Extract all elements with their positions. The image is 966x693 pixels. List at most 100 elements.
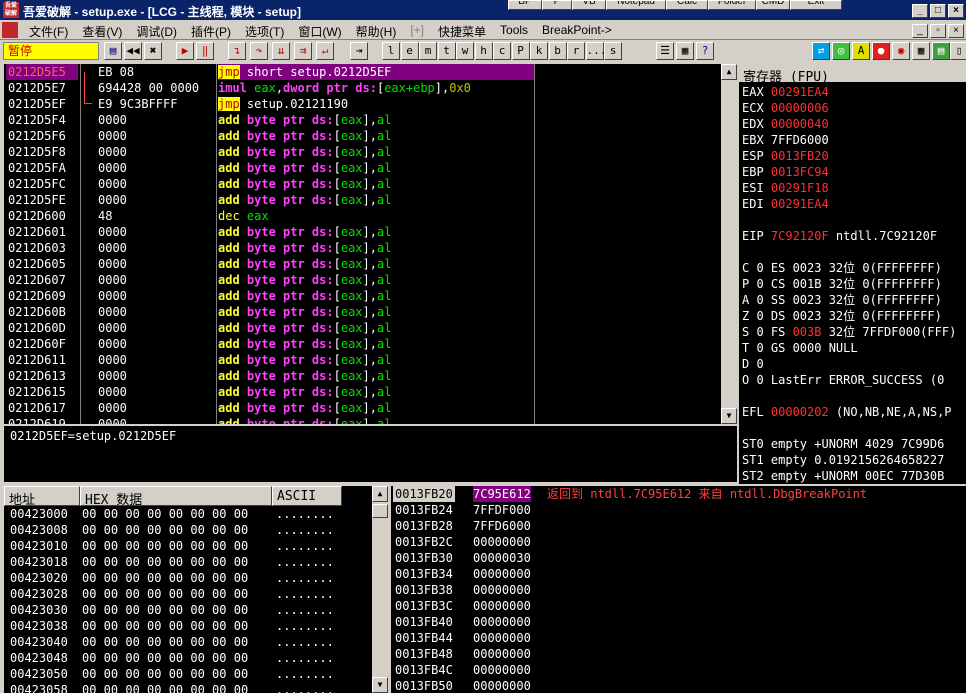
disasm-row[interactable]: 0212D613 0000 add byte ptr ds:[eax],al <box>4 368 720 384</box>
disassembly-scrollbar[interactable]: ▲ ▼ <box>721 64 737 424</box>
quick-button-p[interactable]: P <box>542 0 572 10</box>
menu-item[interactable]: 快捷菜单 <box>438 23 486 40</box>
quick-button-exit[interactable]: Exit <box>790 0 842 10</box>
register-row[interactable]: O 0 LastErr ERROR_SUCCESS (0 <box>742 372 944 388</box>
disasm-row[interactable]: 0212D5FC 0000 add byte ptr ds:[eax],al <box>4 176 720 192</box>
child-window-icon[interactable] <box>2 22 18 38</box>
quick-button-notepad[interactable]: Notepad <box>606 0 666 10</box>
plugin-icon[interactable]: ◎ <box>832 42 850 60</box>
dump-scroll-thumb[interactable] <box>372 504 388 518</box>
close-button[interactable]: × <box>948 4 964 18</box>
disasm-row[interactable]: 0212D619 0000 add byte ptr ds:[eax],al <box>4 416 720 424</box>
register-row[interactable]: EDI 00291EA4 <box>742 196 829 212</box>
toolbar-m-button[interactable]: m <box>419 42 437 60</box>
register-row[interactable]: D 0 <box>742 356 764 372</box>
register-row[interactable]: ST0 empty +UNORM 4029 7C99D6 <box>742 436 944 452</box>
register-row[interactable]: EBX 7FFD6000 <box>742 132 829 148</box>
toolbar-h-button[interactable]: h <box>474 42 493 60</box>
disassembly-pane[interactable]: 0212D5E5 EB 08 jmp short setup.0212D5EF 021… <box>4 64 737 424</box>
disasm-row[interactable]: 0212D5F6 0000 add byte ptr ds:[eax],al <box>4 128 720 144</box>
step-over-icon[interactable]: ↷ <box>250 42 268 60</box>
disasm-row[interactable]: 0212D5F4 0000 add byte ptr ds:[eax],al <box>4 112 720 128</box>
menu-item[interactable]: 查看(V) <box>82 23 122 40</box>
toolbar-s-button[interactable]: s <box>604 42 622 60</box>
menu-item[interactable]: 调试(D) <box>136 23 177 40</box>
minimize-button[interactable]: _ <box>912 4 928 18</box>
menu-item[interactable]: 帮助(H) <box>356 23 397 40</box>
quick-button-calc[interactable]: Calc <box>666 0 708 10</box>
scroll-up-icon[interactable]: ▲ <box>721 64 737 80</box>
register-row[interactable]: EBP 0013FC94 <box>742 164 829 180</box>
memory-dump-pane[interactable]: 地址 HEX 数据 ASCII 00423000 00 00 00 00 00 0… <box>4 486 388 693</box>
quick-button-bp[interactable]: BP <box>508 0 542 10</box>
close-process-icon[interactable]: ✖ <box>144 42 162 60</box>
disasm-row[interactable]: 0212D611 0000 add byte ptr ds:[eax],al <box>4 352 720 368</box>
dump-scrollbar[interactable]: ▲ ▼ <box>372 486 388 693</box>
mdi-minimize-button[interactable]: _ <box>912 24 928 38</box>
register-row[interactable]: ESI 00291F18 <box>742 180 829 196</box>
register-row[interactable]: S 0 FS 003B 32位 7FFDF000(FFF) <box>742 324 956 340</box>
note-icon[interactable]: A <box>852 42 870 60</box>
disasm-row[interactable]: 0212D60D 0000 add byte ptr ds:[eax],al <box>4 320 720 336</box>
refresh-icon[interactable]: ⇄ <box>812 42 830 60</box>
execute-till-return-icon[interactable]: ↵ <box>316 42 334 60</box>
register-row[interactable]: A 0 SS 0023 32位 0(FFFFFFFF) <box>742 292 942 308</box>
quick-button-folder[interactable]: Folder <box>708 0 756 10</box>
stack-pane[interactable]: 0013FB20 7C95E612 返回到 ntdll.7C95E612 来自 nt… <box>391 486 966 693</box>
register-row[interactable]: EFL 00000202 (NO,NB,NE,A,NS,P <box>742 404 952 420</box>
disasm-row[interactable]: 0212D5FE 0000 add byte ptr ds:[eax],al <box>4 192 720 208</box>
mdi-close-button[interactable]: × <box>948 24 964 38</box>
menu-item[interactable]: Tools <box>500 23 528 40</box>
register-row[interactable]: ST1 empty 0.0192156264658227 <box>742 452 944 468</box>
register-row[interactable]: EIP 7C92120F ntdll.7C92120F <box>742 228 937 244</box>
dump-header-address[interactable]: 地址 <box>4 486 80 508</box>
disasm-row[interactable]: 0212D609 0000 add byte ptr ds:[eax],al <box>4 288 720 304</box>
dump-scroll-up-icon[interactable]: ▲ <box>372 486 388 502</box>
register-row[interactable]: ST2 empty +UNORM 00EC 77D30B <box>742 468 944 484</box>
dump-scroll-down-icon[interactable]: ▼ <box>372 677 388 693</box>
menu-item[interactable]: 插件(P) <box>191 23 231 40</box>
grid-icon[interactable]: ▦ <box>676 42 694 60</box>
disasm-row[interactable]: 0212D617 0000 add byte ptr ds:[eax],al <box>4 400 720 416</box>
disasm-row[interactable]: 0212D605 0000 add byte ptr ds:[eax],al <box>4 256 720 272</box>
quick-button-cmd[interactable]: CMD <box>756 0 790 10</box>
step-into-icon[interactable]: ↴ <box>228 42 246 60</box>
calculator-icon[interactable]: ▦ <box>912 42 930 60</box>
help-icon[interactable]: ? <box>696 42 714 60</box>
table-icon[interactable]: ▤ <box>932 42 950 60</box>
disasm-row[interactable]: 0212D5E5 EB 08 jmp short setup.0212D5EF <box>4 64 720 80</box>
disasm-row[interactable]: 0212D60B 0000 add byte ptr ds:[eax],al <box>4 304 720 320</box>
register-row[interactable]: C 0 ES 0023 32位 0(FFFFFFFF) <box>742 260 942 276</box>
trace-into-icon[interactable]: ⇊ <box>272 42 290 60</box>
toolbar-k-button[interactable]: k <box>530 42 548 60</box>
disasm-row[interactable]: 0212D615 0000 add byte ptr ds:[eax],al <box>4 384 720 400</box>
disasm-row[interactable]: 0212D5FA 0000 add byte ptr ds:[eax],al <box>4 160 720 176</box>
register-row[interactable]: ECX 00000006 <box>742 100 829 116</box>
disasm-row[interactable]: 0212D60F 0000 add byte ptr ds:[eax],al <box>4 336 720 352</box>
register-row[interactable]: Z 0 DS 0023 32位 0(FFFFFFFF) <box>742 308 942 324</box>
pause-icon[interactable]: ‖ <box>196 42 214 60</box>
menu-item[interactable]: 文件(F) <box>29 23 68 40</box>
extra-icon[interactable]: ▯ <box>950 42 966 60</box>
toolbar-l-button[interactable]: l <box>382 42 400 60</box>
menu-item[interactable]: [+] <box>410 23 424 40</box>
dump-header-hex[interactable]: HEX 数据 <box>80 486 272 508</box>
toolbar-r-button[interactable]: r <box>567 42 585 60</box>
register-row[interactable]: P 0 CS 001B 32位 0(FFFFFFFF) <box>742 276 942 292</box>
toolbar-t-button[interactable]: t <box>437 42 456 60</box>
toolbar-b-button[interactable]: b <box>548 42 567 60</box>
maximize-button[interactable]: □ <box>930 4 946 18</box>
disasm-row[interactable]: 0212D601 0000 add byte ptr ds:[eax],al <box>4 224 720 240</box>
register-row[interactable]: T 0 GS 0000 NULL <box>742 340 858 356</box>
mdi-restore-button[interactable]: ▫ <box>930 24 946 38</box>
disasm-row[interactable]: 0212D603 0000 add byte ptr ds:[eax],al <box>4 240 720 256</box>
toolbar-w-button[interactable]: w <box>456 42 474 60</box>
menu-item[interactable]: 选项(T) <box>245 23 284 40</box>
stop-icon[interactable]: ● <box>872 42 890 60</box>
menu-item[interactable]: 窗口(W) <box>298 23 341 40</box>
toolbar-c-button[interactable]: c <box>493 42 511 60</box>
list-icon[interactable]: ☰ <box>656 42 674 60</box>
toolbar-dots-button[interactable]: ... <box>585 42 606 60</box>
go-to-icon[interactable]: ⇥ <box>350 42 368 60</box>
menu-item[interactable]: BreakPoint-> <box>542 23 612 40</box>
